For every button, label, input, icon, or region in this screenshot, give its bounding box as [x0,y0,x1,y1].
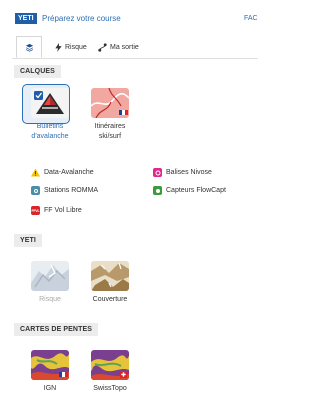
layer-tile-couverture[interactable]: Couverture [85,261,135,305]
legend-label: Data-Avalanche [44,169,94,176]
layer-toggle-balises-nivose[interactable]: Balises Nivose [153,167,212,178]
layer-toggle-ff-vol-libre[interactable]: FFVL FF Vol Libre [31,205,82,216]
tile-caption: IGN [43,385,57,392]
lightning-icon [55,42,62,52]
faq-link[interactable]: FAC [244,13,258,24]
section-header-cartes-de-pentes: CARTES DE PENTES [14,323,98,336]
tab-bar: Risque Ma sortie [12,36,258,59]
layer-tile-risque[interactable]: Risque [25,261,75,305]
tile-caption-line2: ski/surf [98,133,122,140]
tab-ma-sortie[interactable]: Ma sortie [92,36,145,58]
station-icon [31,186,40,195]
swisstopo-slope-thumbnail [91,350,129,380]
section-header-calques: CALQUES [14,65,61,78]
layer-toggle-stations-romma[interactable]: Stations ROMMA [31,185,98,196]
tile-caption-line1: Itinéraires [94,123,126,130]
bulletins-thumbnail [31,88,69,118]
tab-ma-sortie-label: Ma sortie [110,43,139,51]
itineraires-thumbnail [91,88,129,118]
beacon-icon [153,168,162,177]
legend-label: Balises Nivose [166,169,212,176]
tab-risque[interactable]: Risque [49,36,93,58]
legend-label: Capteurs FlowCapt [166,187,226,194]
route-icon [98,42,107,52]
layers-icon [25,43,33,52]
ign-slope-thumbnail [31,350,69,380]
paraglide-icon: FFVL [31,206,40,215]
legend-label: FF Vol Libre [44,207,82,214]
couverture-thumbnail [91,261,129,291]
tile-caption: SwissTopo [93,385,127,392]
warning-icon [31,168,40,177]
legend-label: Stations ROMMA [44,187,99,194]
slope-tile-swisstopo[interactable]: SwissTopo [85,350,135,394]
risque-thumbnail [31,261,69,291]
header: YETI Préparez votre course FAC [0,0,258,28]
sensor-icon [153,186,162,195]
tab-risque-label: Risque [65,43,87,51]
layer-toggle-capteurs-flowcapt[interactable]: Capteurs FlowCapt [153,185,226,196]
yeti-logo: YETI [15,13,37,24]
layer-tile-bulletins[interactable]: Bulletins d'avalanche [22,84,75,142]
tile-caption: Couverture [92,296,128,303]
slope-tile-ign[interactable]: IGN [25,350,75,394]
layer-tile-itineraires[interactable]: Itinéraires ski/surf [85,88,135,142]
layer-toggle-data-avalanche[interactable]: Data-Avalanche [31,167,94,178]
tab-layers[interactable] [16,36,42,58]
tile-caption-line2: d'avalanche [31,133,69,140]
page-title: Préparez votre course [42,14,121,23]
section-header-yeti: YETI [14,234,42,247]
tile-caption: Risque [39,296,61,303]
